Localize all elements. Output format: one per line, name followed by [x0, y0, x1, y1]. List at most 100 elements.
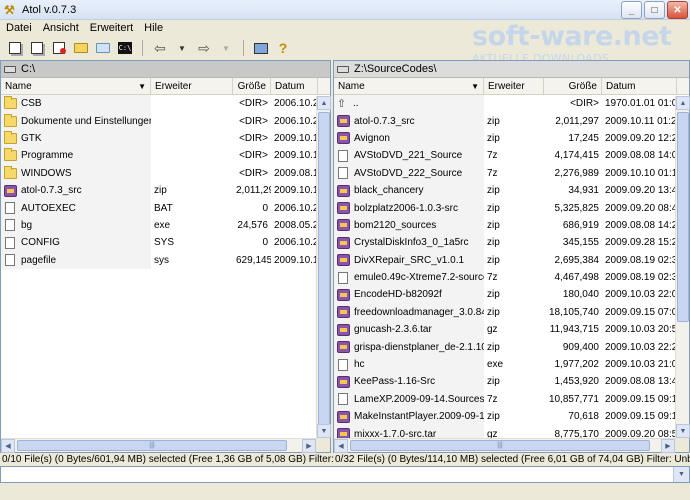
- command-line-input[interactable]: ▼: [0, 466, 690, 483]
- file-date: 2009.10.1: [274, 150, 318, 162]
- file-row[interactable]: emule0.49c-Xtreme7.2-sources 7z 4,467,498 2…: [334, 268, 689, 287]
- scroll-left-icon[interactable]: ◀: [1, 439, 15, 453]
- scroll-down-icon[interactable]: ▼: [317, 424, 331, 438]
- file-date: 2009.10.03 22:0: [605, 289, 677, 301]
- file-row[interactable]: GTK <DIR> 2009.10.1: [1, 129, 330, 148]
- file-row[interactable]: WINDOWS <DIR> 2009.08.1: [1, 164, 330, 182]
- file-row[interactable]: EncodeHD-b82092f zip 180,040 2009.10.03 22:…: [334, 286, 689, 304]
- file-row[interactable]: KeePass-1.16-Src zip 1,453,920 2009.08.08 1…: [334, 373, 689, 391]
- left-vertical-scrollbar[interactable]: ▲ ▼: [316, 96, 331, 442]
- file-icon: [5, 219, 15, 232]
- file-name-cell: pagefile: [1, 251, 151, 269]
- file-row[interactable]: Dokumente und Einstellungen <DIR> 2006.10.…: [1, 112, 330, 130]
- parent-folder-icon: ⇧: [337, 97, 347, 110]
- column-name[interactable]: Name ▼: [334, 78, 484, 94]
- menu-datei[interactable]: Datei: [6, 22, 32, 34]
- file-date: 2009.08.1: [274, 167, 318, 179]
- column-extension[interactable]: Erweiter: [151, 78, 233, 94]
- scroll-up-icon[interactable]: ▲: [317, 96, 331, 110]
- minimize-button[interactable]: _: [621, 1, 642, 19]
- file-row[interactable]: AVStoDVD_222_Source 7z 2,276,989 2009.10.10…: [334, 164, 689, 182]
- file-row[interactable]: Avignon zip 17,245 2009.09.20 12:2: [334, 129, 689, 148]
- move-icon[interactable]: [28, 39, 46, 57]
- forward-icon[interactable]: ⇨: [195, 39, 213, 57]
- chevron-down-icon[interactable]: ▼: [673, 467, 689, 482]
- file-size: 34,931: [568, 185, 599, 197]
- menu-hilfe[interactable]: Hile: [144, 22, 163, 34]
- file-name: pagefile: [21, 254, 57, 266]
- file-date: 2009.09.20 08:4: [605, 202, 677, 214]
- delete-icon[interactable]: [50, 39, 68, 57]
- file-extension: 7z: [487, 393, 498, 405]
- file-row[interactable]: atol-0.7.3_src zip 2,011,2972009.10.1: [1, 181, 330, 200]
- file-date: 2009.10.03 22:2: [605, 341, 677, 353]
- dropdown-icon[interactable]: ▼: [173, 39, 191, 57]
- right-horizontal-scrollbar[interactable]: ◀ ||| ▶: [334, 438, 675, 453]
- file-size: 0: [262, 237, 268, 249]
- drive-icon: [4, 65, 16, 73]
- back-icon[interactable]: ⇦: [151, 39, 169, 57]
- copy-icon[interactable]: [6, 39, 24, 57]
- help-icon[interactable]: ?: [274, 39, 292, 57]
- file-size: 2,011,297: [555, 115, 599, 127]
- file-row[interactable]: CONFIG SYS 0 2006.10.2: [1, 234, 330, 252]
- file-name-cell: AVStoDVD_222_Source: [334, 164, 484, 182]
- file-row[interactable]: ⇧.. <DIR> 1970.01.01 01:0: [334, 95, 689, 113]
- file-row[interactable]: bg exe 24,576 2008.05.2: [1, 216, 330, 235]
- scroll-thumb[interactable]: |||: [350, 440, 650, 451]
- column-size[interactable]: Größe: [233, 78, 271, 94]
- right-file-pane: Z:\SourceCodes\ Name ▼ Erweiter Größe Dat…: [333, 60, 690, 453]
- file-row[interactable]: bom2120_sources zip 686,919 2009.08.08 14:2: [334, 216, 689, 235]
- file-row[interactable]: LameXP.2009-09-14.Sources 7z 10,857,771 200…: [334, 390, 689, 409]
- file-row[interactable]: AUTOEXEC BAT 0 2006.10.2: [1, 199, 330, 217]
- scroll-thumb[interactable]: |||: [17, 440, 287, 451]
- column-name[interactable]: Name ▼: [1, 78, 151, 94]
- file-row[interactable]: bolzplatz2006-1.0.3-src zip 5,325,825 2009.…: [334, 199, 689, 217]
- file-name: CrystalDiskInfo3_0_1a5rc: [354, 237, 469, 249]
- column-extension[interactable]: Erweiter: [484, 78, 544, 94]
- left-horizontal-scrollbar[interactable]: ◀ ||| ▶: [1, 438, 316, 453]
- scroll-thumb[interactable]: [318, 112, 330, 442]
- file-date: 2009.10.1: [274, 185, 318, 197]
- menu-ansicht[interactable]: Ansicht: [43, 22, 79, 34]
- command-prompt-icon[interactable]: C:\: [116, 39, 134, 57]
- file-row[interactable]: freedownloadmanager_3.0.848_ zip 18,105,74…: [334, 303, 689, 322]
- maximize-button[interactable]: □: [644, 1, 665, 19]
- file-row[interactable]: MakeInstantPlayer.2009-09-11.s zip 70,618 2…: [334, 408, 689, 426]
- file-name: atol-0.7.3_src: [21, 185, 82, 197]
- file-date: 2009.09.15 09:1: [605, 393, 677, 405]
- scroll-up-icon[interactable]: ▲: [676, 96, 690, 110]
- scroll-thumb[interactable]: [677, 112, 689, 322]
- file-row[interactable]: Programme <DIR> 2009.10.1: [1, 147, 330, 165]
- file-name-cell: hc: [334, 355, 484, 374]
- file-date: 2009.10.11 01:2: [605, 115, 677, 127]
- file-row[interactable]: hc exe 1,977,202 2009.10.03 21:0: [334, 355, 689, 374]
- close-button[interactable]: ✕: [667, 1, 688, 19]
- scroll-right-icon[interactable]: ▶: [661, 439, 675, 453]
- dropdown-icon[interactable]: ▼: [217, 39, 235, 57]
- computer-icon[interactable]: [252, 39, 270, 57]
- column-date[interactable]: Datum: [271, 78, 318, 94]
- column-size[interactable]: Größe: [544, 78, 602, 94]
- file-row[interactable]: black_chancery zip 34,931 2009.09.20 13:4: [334, 181, 689, 200]
- properties-icon[interactable]: [94, 39, 112, 57]
- file-row[interactable]: gnucash-2.3.6.tar gz 11,943,715 2009.10.03 …: [334, 321, 689, 339]
- file-name: emule0.49c-Xtreme7.2-sources: [354, 272, 484, 284]
- file-row[interactable]: CrystalDiskInfo3_0_1a5rc zip 345,155 2009.0…: [334, 234, 689, 252]
- file-row[interactable]: AVStoDVD_221_Source 7z 4,174,415 2009.08.08…: [334, 147, 689, 165]
- file-row[interactable]: pagefile sys 629,145,6002009.10.1: [1, 251, 330, 269]
- file-row[interactable]: DivXRepair_SRC_v1.0.1 zip 2,695,384 2009.08…: [334, 251, 689, 269]
- menu-erweitert[interactable]: Erweitert: [90, 22, 133, 34]
- column-date[interactable]: Datum: [602, 78, 677, 94]
- scroll-down-icon[interactable]: ▼: [676, 424, 690, 438]
- scroll-left-icon[interactable]: ◀: [334, 439, 348, 453]
- file-name-cell: atol-0.7.3_src: [334, 112, 484, 130]
- file-row[interactable]: grispa-dienstplaner_de-2.1.10 zip 909,400 2…: [334, 338, 689, 356]
- scroll-right-icon[interactable]: ▶: [302, 439, 316, 453]
- new-folder-icon[interactable]: [72, 39, 90, 57]
- bottom-bar: [0, 483, 690, 500]
- file-row[interactable]: atol-0.7.3_src zip 2,011,297 2009.10.11 01:…: [334, 112, 689, 130]
- file-row[interactable]: CSB <DIR> 2006.10.2: [1, 95, 330, 113]
- right-vertical-scrollbar[interactable]: ▲ ▼: [675, 96, 690, 438]
- file-name-cell: CrystalDiskInfo3_0_1a5rc: [334, 234, 484, 252]
